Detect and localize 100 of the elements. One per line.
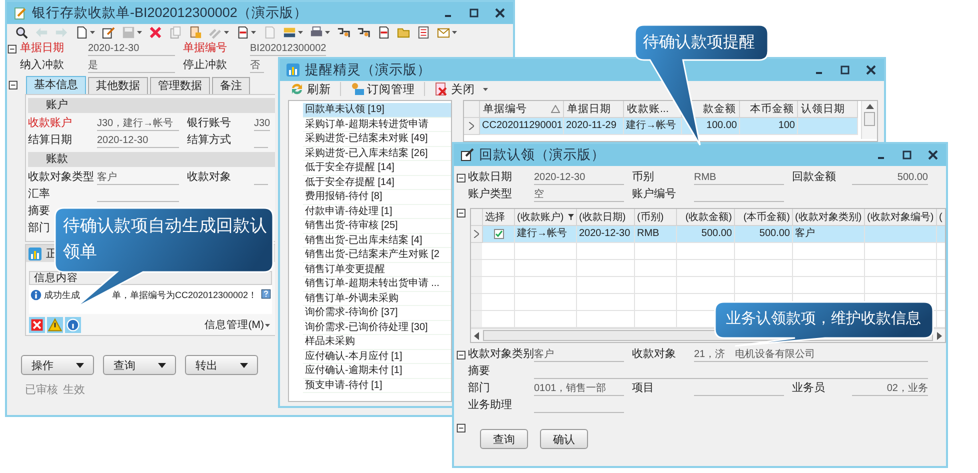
list-item[interactable]: 预支申请-待付 [1] [303, 378, 451, 393]
dropdown-button[interactable]: 转出 [185, 355, 258, 375]
collapse-icon[interactable] [456, 423, 468, 435]
toolbar-button[interactable]: 刷新 [288, 82, 333, 96]
list-item[interactable]: 低于安全存提醒 [14] [303, 176, 451, 190]
list-item[interactable]: 询价需求-已询价待处理 [30] [303, 320, 451, 335]
column-header[interactable]: (收款对象类别) [793, 209, 865, 226]
caret-icon[interactable] [452, 30, 457, 34]
list-item[interactable]: 销售出货-已结案未产生对账 [2 [303, 248, 451, 262]
row-header[interactable] [471, 226, 483, 243]
toolbar-button[interactable]: 关闭 [432, 82, 477, 96]
column-header[interactable]: ( [937, 209, 945, 226]
field-label: 账户类型 [468, 187, 512, 202]
maximize-icon[interactable] [900, 148, 914, 162]
document-minus-icon[interactable] [236, 26, 249, 38]
tab[interactable]: 管理数据 [150, 77, 210, 94]
field-value: BI202012300002 [250, 41, 326, 56]
maximize-icon[interactable] [467, 6, 481, 20]
caret-icon[interactable] [137, 30, 142, 34]
caret-icon[interactable] [265, 324, 270, 326]
column-header[interactable]: 单据编号 [480, 101, 564, 118]
list-item[interactable]: 低于安全存提醒 [14] [303, 161, 451, 176]
tab[interactable]: 其他数据 [88, 77, 148, 94]
column-header[interactable]: (收款账户) [515, 209, 577, 226]
list-item[interactable]: 费用报销-待付 [8] [303, 190, 451, 204]
toolbar-button[interactable]: 订阅管理 [348, 82, 417, 96]
window-title: 银行存款收款单-BI202012300002（演示版） [32, 4, 308, 22]
list-item[interactable]: 样品未采购 [303, 335, 451, 350]
list-item[interactable]: 回款单未认领 [19] [303, 103, 451, 118]
scroll-left-icon[interactable] [474, 332, 479, 340]
tab[interactable]: 备注 [212, 77, 250, 94]
button[interactable]: 查询 [480, 429, 528, 449]
scroll-thumb[interactable] [864, 112, 875, 126]
printer-icon[interactable] [310, 26, 323, 38]
close-icon[interactable] [864, 63, 878, 77]
collapse-icon[interactable] [456, 173, 468, 185]
column-header[interactable]: (本币金额) [735, 209, 793, 226]
status-text: 已审核 [25, 383, 58, 397]
menu-button[interactable]: 信息管理(M) [202, 318, 272, 332]
column-header[interactable]: 本币金额 [740, 101, 798, 118]
list-item[interactable]: 询价需求-待询价 [37] [303, 306, 451, 320]
collapse-icon[interactable] [456, 350, 468, 362]
scroll-up-icon[interactable] [866, 104, 874, 109]
magnifier-icon[interactable] [15, 26, 28, 38]
column-header[interactable]: 选择 [483, 209, 515, 226]
list-item[interactable]: 销售订单变更提醒 [303, 262, 451, 277]
caret-icon[interactable] [90, 30, 95, 34]
checkbox[interactable] [494, 229, 504, 239]
x-icon[interactable] [149, 26, 162, 38]
envelope-icon[interactable] [437, 26, 450, 38]
tab[interactable]: 基本信息 [26, 76, 86, 94]
column-header[interactable]: (收款日期) [577, 209, 635, 226]
dropdown-button[interactable]: 操作 [21, 355, 94, 375]
clipboard-icon[interactable] [189, 26, 202, 38]
column-header[interactable]: 认领日期 [798, 101, 858, 118]
list-item[interactable]: 采购进货-已入库未结案 [26] [303, 146, 451, 161]
list-item[interactable]: 销售出货-待审核 [25] [303, 219, 451, 234]
help-icon[interactable] [261, 289, 271, 299]
field-value: 2020-12-30 [534, 170, 624, 185]
vertical-scrollbar[interactable] [861, 101, 877, 139]
list-item[interactable]: 应付确认-逾期未付 [1] [303, 364, 451, 378]
table-cell: 客户 [793, 226, 865, 243]
dropdown-button[interactable]: 查询 [103, 355, 176, 375]
column-header[interactable]: (币别) [635, 209, 677, 226]
caret-icon[interactable] [224, 30, 229, 34]
column-header[interactable]: 收款账... [624, 101, 682, 118]
caret-icon[interactable] [298, 30, 303, 34]
list-icon[interactable] [417, 26, 430, 38]
close-icon[interactable] [926, 148, 940, 162]
table-cell: 500.00 [677, 226, 735, 243]
table-cell: 建行→帐号 [624, 118, 682, 135]
button[interactable]: 确认 [540, 429, 588, 449]
list-item[interactable]: 销售订单-外调未采购 [303, 292, 451, 306]
caret-icon[interactable] [325, 30, 330, 34]
field-label: 单据编号 [183, 41, 227, 56]
list-item[interactable]: 销售订单-超期未转出货申请 ... [303, 277, 451, 292]
caret-icon[interactable] [483, 88, 488, 90]
collapse-icon[interactable] [456, 208, 468, 220]
column-header[interactable]: 单据日期 [564, 101, 624, 118]
caret-icon[interactable] [251, 30, 256, 34]
document-minus-icon[interactable] [377, 26, 390, 38]
list-item[interactable]: 付款申请-待处理 [1] [303, 204, 451, 219]
column-header[interactable]: (收款金额) [677, 209, 735, 226]
info-icon[interactable] [65, 317, 81, 333]
maximize-icon[interactable] [838, 63, 852, 77]
collapse-icon[interactable] [8, 80, 20, 92]
list-item[interactable]: 销售出货-已出库未结案 [4] [303, 234, 451, 248]
filter-icon[interactable] [568, 214, 574, 220]
row-header[interactable] [464, 118, 480, 135]
close-icon[interactable] [493, 6, 507, 20]
list-item[interactable]: 采购订单-超期未转进货申请 [303, 118, 451, 132]
scroll-right-icon[interactable] [937, 332, 942, 340]
column-header[interactable]: (收款对象编号) [865, 209, 937, 226]
field-value: 2020-12-30 [88, 41, 175, 56]
list-item[interactable]: 应付确认-本月应付 [1] [303, 350, 451, 364]
list-item[interactable]: 采购进货-已结案未对账 [49] [303, 132, 451, 146]
pencil-icon[interactable] [102, 26, 115, 38]
error-icon[interactable] [29, 317, 45, 333]
table-cell: 2020-12-30 [577, 226, 635, 243]
collapse-icon[interactable] [7, 44, 19, 56]
